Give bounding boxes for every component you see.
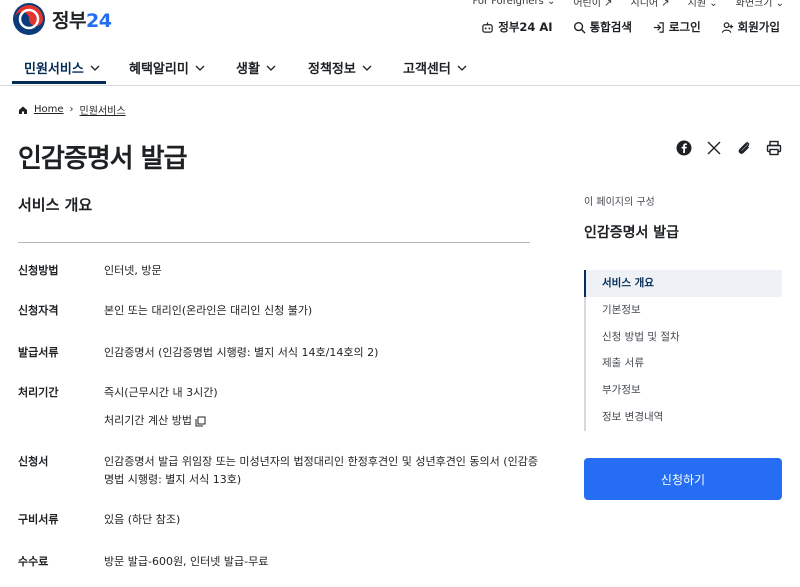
- toc-item-change-history[interactable]: 정보 변경내역: [586, 404, 782, 431]
- util-link-kids[interactable]: 어린이 ↗: [573, 0, 612, 9]
- nav-label: 생활: [236, 62, 260, 77]
- toc-item-documents[interactable]: 제출 서류: [586, 350, 782, 377]
- util-link-screen-size[interactable]: 화면크기 ⌄: [736, 0, 784, 9]
- nav-policy[interactable]: 정책정보: [308, 58, 372, 77]
- info-link-label: 처리기간 계산 방법: [104, 414, 192, 427]
- info-label: 처리기간: [18, 386, 59, 399]
- util-link-foreigners[interactable]: For Foreigners ⌄: [472, 0, 555, 9]
- info-label: 신청서: [18, 455, 49, 468]
- info-label: 신청자격: [18, 304, 59, 317]
- nav-benefits[interactable]: 혜택알리미: [129, 58, 205, 77]
- chevron-down-icon: [457, 65, 467, 71]
- login-label: 로그인: [668, 20, 701, 34]
- nav-label: 민원서비스: [24, 62, 84, 77]
- info-value: 본인 또는 대리인(온라인은 대리인 신청 불가): [104, 304, 313, 317]
- ai-robot-icon: [482, 21, 493, 33]
- section-divider: [18, 242, 530, 243]
- toc-item-overview[interactable]: 서비스 개요: [584, 270, 782, 297]
- breadcrumb: Home › 민원서비스: [18, 102, 126, 117]
- info-label: 구비서류: [18, 513, 59, 526]
- info-value: 인감증명서 발급 위임장 또는 미성년자의 법정대리인 한정후견인 및 성년후견…: [104, 455, 538, 486]
- main-navigation: 민원서비스 혜택알리미 생활 정책정보 고객센터: [0, 48, 800, 86]
- breadcrumb-home-link[interactable]: Home: [34, 104, 64, 115]
- share-tools: [676, 140, 782, 156]
- login-button[interactable]: 로그인: [652, 19, 701, 35]
- info-value: 있음 (하단 참조): [104, 513, 181, 526]
- toc-item-procedure[interactable]: 신청 방법 및 절차: [586, 324, 782, 351]
- signup-label: 회원가입: [737, 20, 780, 34]
- chevron-down-icon: [362, 65, 372, 71]
- info-value: 즉시(근무시간 내 3시간): [104, 386, 218, 399]
- chevron-down-icon: [90, 65, 100, 71]
- toc-item-additional-info[interactable]: 부가정보: [586, 377, 782, 404]
- nav-label: 고객센터: [403, 62, 451, 77]
- nav-life[interactable]: 생활: [236, 58, 276, 77]
- ai-button[interactable]: 정부24 AI: [481, 19, 553, 35]
- chevron-down-icon: [266, 65, 276, 71]
- active-nav-indicator: [12, 81, 106, 84]
- sidebar-title: 인감증명서 발급: [584, 225, 680, 241]
- info-label: 발급서류: [18, 346, 59, 359]
- signup-button[interactable]: 회원가입: [721, 19, 780, 35]
- nav-label: 정책정보: [308, 62, 356, 77]
- nav-customer-center[interactable]: 고객센터: [403, 58, 467, 77]
- login-icon: [653, 21, 664, 33]
- search-button[interactable]: 통합검색: [573, 19, 632, 35]
- apply-button[interactable]: 신청하기: [584, 458, 782, 500]
- nav-label: 혜택알리미: [129, 62, 189, 77]
- util-link-senior[interactable]: 시니어 ↗: [631, 0, 670, 9]
- sidebar-subtitle: 이 페이지의 구성: [584, 197, 655, 208]
- chevron-right-icon: ›: [69, 104, 74, 115]
- logo-text: 정부: [52, 9, 86, 32]
- print-icon[interactable]: [766, 140, 782, 156]
- search-label: 통합검색: [589, 20, 632, 34]
- page-title: 인감증명서 발급: [18, 144, 187, 174]
- table-of-contents: 서비스 개요 기본정보 신청 방법 및 절차 제출 서류 부가정보 정보 변경내…: [584, 270, 782, 431]
- search-icon: [573, 21, 586, 34]
- link-icon[interactable]: [736, 140, 752, 156]
- taegeuk-logo-icon: [13, 3, 45, 35]
- info-value: 인감증명서 (인감증명법 시행령: 별지 서식 14호/14호의 2): [104, 346, 379, 359]
- info-label: 신청방법: [18, 264, 59, 277]
- chevron-down-icon: [195, 65, 205, 71]
- processing-time-calc-link[interactable]: 처리기간 계산 방법: [104, 412, 206, 430]
- section-title: 서비스 개요: [18, 196, 93, 214]
- info-value: 인터넷, 방문: [104, 264, 162, 277]
- header-actions: 정부24 AI 통합검색 로그인 회원가입: [481, 19, 780, 35]
- site-header: 정부24 For Foreigners ⌄ 어린이 ↗ 시니어 ↗ 지원 ⌄ 화…: [0, 0, 800, 48]
- nav-civil-service[interactable]: 민원서비스: [24, 58, 100, 77]
- home-icon: [19, 106, 27, 114]
- utility-links: For Foreigners ⌄ 어린이 ↗ 시니어 ↗ 지원 ⌄ 화면크기 ⌄: [472, 0, 784, 9]
- toc-item-basic-info[interactable]: 기본정보: [586, 297, 782, 324]
- breadcrumb-current-link[interactable]: 민원서비스: [80, 102, 126, 117]
- ai-label: 정부24 AI: [498, 20, 553, 34]
- copy-icon: [195, 416, 206, 426]
- info-value: 방문 발급-600원, 인터넷 발급-무료: [104, 555, 269, 568]
- facebook-icon[interactable]: [676, 140, 692, 156]
- util-link-support[interactable]: 지원 ⌄: [688, 0, 718, 9]
- info-label: 수수료: [18, 555, 49, 568]
- x-icon[interactable]: [706, 140, 722, 156]
- add-user-icon: [721, 21, 733, 33]
- site-logo[interactable]: 정부24: [12, 2, 112, 36]
- logo-number: 24: [85, 9, 112, 32]
